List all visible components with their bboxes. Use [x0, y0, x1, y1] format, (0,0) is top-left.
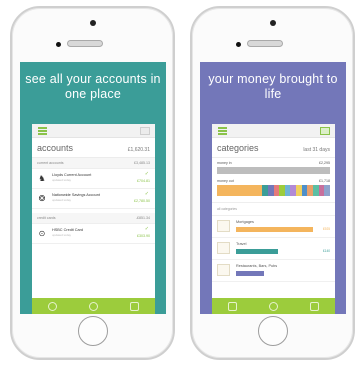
right-headline: your money brought to life — [208, 72, 338, 101]
accounts-nav-icon[interactable] — [228, 301, 237, 311]
settings-nav-icon[interactable] — [130, 301, 139, 311]
home-nav-icon[interactable] — [48, 301, 57, 311]
category-amount: £140 — [322, 249, 330, 253]
left-phone: see all your accounts in one place accou… — [10, 6, 175, 360]
lloyds-horse-icon: ♞ — [38, 174, 46, 183]
check-icon: ✓ — [144, 191, 149, 197]
category-amount: £925 — [322, 227, 330, 231]
check-icon: ✓ — [144, 171, 149, 177]
account-amount: £303.90 — [137, 234, 150, 238]
period-label[interactable]: last 31 days — [303, 147, 330, 153]
section-amount: -£851.34 — [135, 216, 150, 220]
section-label: current accounts — [37, 161, 64, 165]
app-topbar — [212, 124, 335, 138]
account-updated: updated today — [52, 178, 72, 182]
mortgage-icon — [217, 220, 230, 232]
add-icon[interactable] — [140, 127, 150, 135]
all-categories-label[interactable]: all categories — [212, 202, 335, 216]
section-header-current: current accounts £3,485.13 — [32, 158, 155, 169]
category-row[interactable]: Restaurants, Bars, Pubs — [212, 260, 335, 282]
nationwide-logo-icon: ❂ — [38, 194, 46, 203]
calendar-icon[interactable] — [320, 127, 330, 135]
categories-title-row: categories last 31 days — [212, 138, 335, 158]
categories-title: categories — [217, 143, 259, 153]
section-amount: £3,485.13 — [134, 161, 150, 165]
home-button[interactable] — [77, 316, 108, 346]
money-in-bar — [217, 167, 330, 174]
money-in-amount: £2,295 — [319, 161, 330, 165]
money-out: money out £1,718 — [212, 176, 335, 198]
home-nav-icon[interactable] — [269, 301, 278, 311]
bottom-nav — [212, 298, 335, 314]
money-in-label: money in — [217, 161, 232, 165]
account-row[interactable]: ⊙ HSBC Credit Card updated today ✓ £303.… — [32, 224, 155, 244]
front-camera-icon — [236, 42, 241, 47]
check-icon: ✓ — [144, 226, 149, 232]
money-out-amount: £1,718 — [319, 179, 330, 183]
section-header-credit: credit cards -£851.34 — [32, 213, 155, 224]
accounts-total: £1,620.31 — [127, 147, 150, 153]
spend-segment — [217, 185, 240, 196]
app-topbar — [32, 124, 155, 138]
left-screen: see all your accounts in one place accou… — [20, 62, 166, 314]
bottom-nav — [32, 298, 155, 314]
speaker-grille — [67, 40, 103, 47]
menu-icon[interactable] — [218, 127, 227, 135]
accounts-app: accounts £1,620.31 current accounts £3,4… — [32, 124, 155, 314]
left-headline: see all your accounts in one place — [25, 72, 161, 101]
speaker-grille — [247, 40, 283, 47]
camera-icon — [89, 20, 96, 26]
account-row[interactable]: ♞ Lloyds Current Account updated today ✓… — [32, 169, 155, 189]
camera-icon — [269, 20, 276, 26]
account-amount: £2,780.50 — [134, 199, 150, 203]
spend-segment — [324, 185, 331, 196]
restaurant-icon — [217, 264, 230, 276]
front-camera-icon — [56, 42, 61, 47]
category-row[interactable]: Mortgages £925 — [212, 216, 335, 238]
category-bar — [236, 271, 265, 276]
accounts-title: accounts — [37, 143, 74, 153]
accounts-nav-icon[interactable] — [89, 301, 98, 311]
menu-icon[interactable] — [38, 127, 47, 135]
spend-segment — [239, 185, 263, 196]
categories-app: categories last 31 days money in £2,295 … — [212, 124, 335, 314]
money-out-label: money out — [217, 179, 234, 183]
account-amount: £704.81 — [137, 179, 150, 183]
account-updated: updated today — [52, 233, 72, 237]
settings-nav-icon[interactable] — [310, 301, 319, 311]
right-screen: your money brought to life categories la… — [200, 62, 346, 314]
travel-icon — [217, 242, 230, 254]
money-in: money in £2,295 — [212, 158, 335, 176]
category-bar — [236, 249, 279, 254]
accounts-title-row: accounts £1,620.31 — [32, 138, 155, 158]
money-out-breakdown-bar — [217, 185, 331, 196]
home-button[interactable] — [257, 316, 288, 346]
category-name: Mortgages — [236, 220, 254, 224]
category-name: Travel — [236, 242, 247, 246]
account-row[interactable]: ❂ Nationwide Savings Account updated tod… — [32, 189, 155, 209]
hsbc-logo-icon: ⊙ — [38, 229, 46, 238]
category-bar — [236, 227, 314, 232]
category-name: Restaurants, Bars, Pubs — [236, 264, 278, 268]
right-phone: your money brought to life categories la… — [190, 6, 355, 360]
section-label: credit cards — [37, 216, 56, 220]
category-row[interactable]: Travel £140 — [212, 238, 335, 260]
